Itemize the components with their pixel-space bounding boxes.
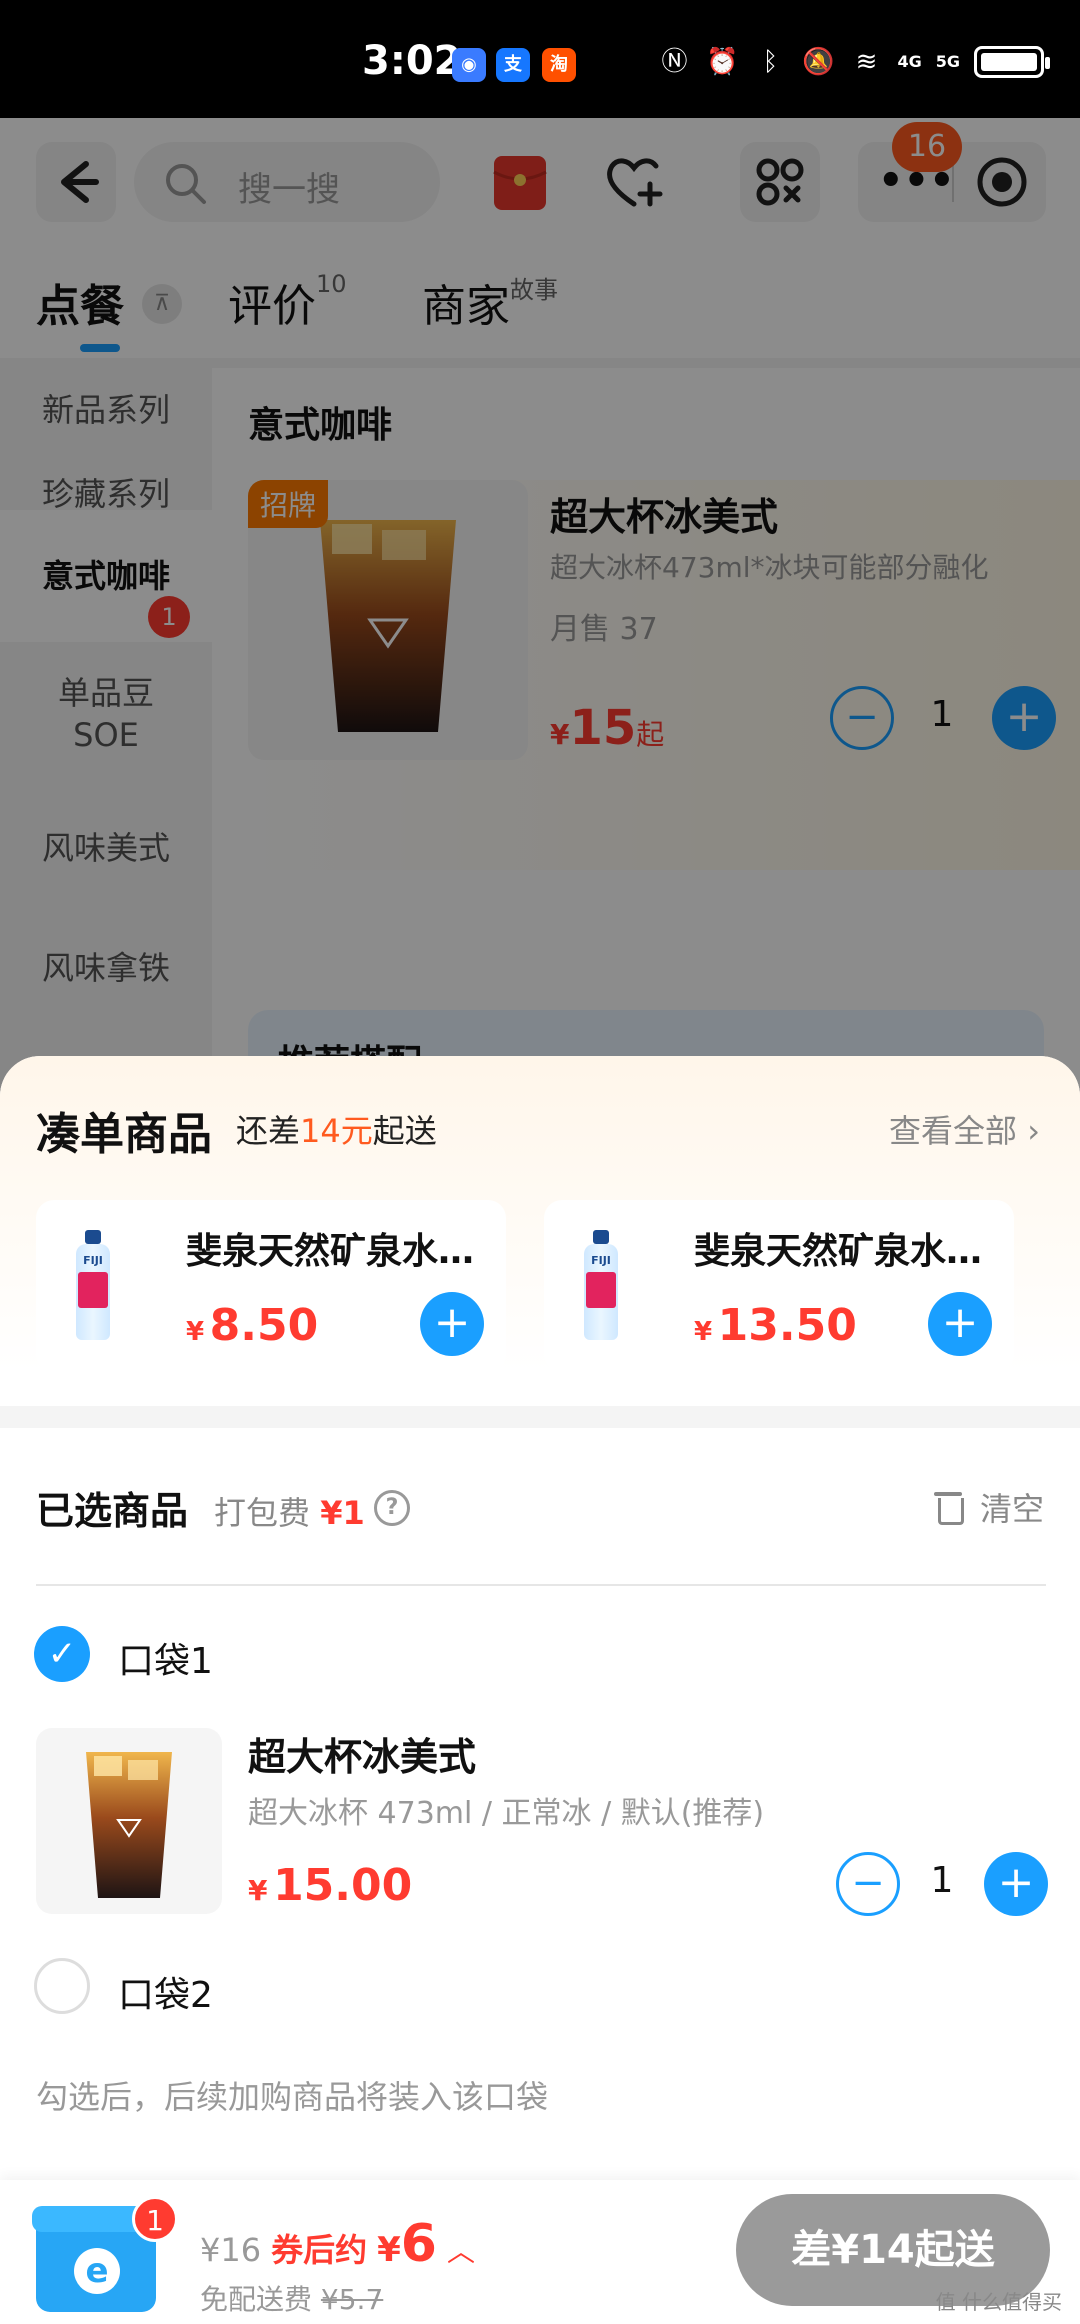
- app-notification-icon: ◉: [452, 48, 486, 82]
- bluetooth-icon: ᛒ: [762, 47, 779, 77]
- nfc-icon: Ⓝ: [661, 47, 688, 77]
- after-coupon-currency: ¥: [377, 2230, 401, 2270]
- divider-line: [36, 1584, 1046, 1586]
- original-total: ¥16: [200, 2231, 262, 2269]
- delivery-fee: 免配送费 ¥5.7: [200, 2278, 383, 2318]
- selected-title: 已选商品: [36, 1489, 189, 1533]
- addon-sub-suffix: 起送: [372, 1112, 437, 1150]
- status-bar: 3:02 ◉ 支 淘 Ⓝ ⏰ ᛒ 🔕 ≋ 4G 5G: [0, 0, 1080, 118]
- cart-item-currency: ¥: [248, 1874, 268, 1907]
- battery-icon: [974, 46, 1050, 78]
- packing-fee-label: 打包费: [214, 1494, 311, 1532]
- delivery-label: 免配送费: [200, 2283, 313, 2316]
- add-addon-button[interactable]: +: [420, 1292, 484, 1356]
- addon-card[interactable]: FIJI 斐泉天然矿泉水500ml ¥ 13.50 +: [544, 1200, 1014, 1372]
- checkout-bar: e 1 ¥16 券后约 ¥6 ︿ 免配送费 ¥5.7 差¥14起送: [0, 2180, 1080, 2324]
- water-bottle-image: FIJI: [76, 1230, 110, 1340]
- packing-fee: 打包费 ¥1: [214, 1488, 365, 1534]
- after-coupon-value: 6: [400, 2214, 437, 2274]
- view-all-link[interactable]: 查看全部 ›: [889, 1106, 1040, 1152]
- addon-price-value: 13.50: [717, 1300, 857, 1351]
- addon-section: 凑单商品 还差14元起送 查看全部 › FIJI 斐泉天然矿泉水330ml ¥ …: [0, 1056, 1080, 1406]
- cart-item-name: 超大杯冰美式: [248, 1735, 477, 1779]
- increase-button[interactable]: +: [984, 1852, 1048, 1916]
- addon-currency: ¥: [186, 1317, 205, 1347]
- status-time: 3:02: [362, 38, 462, 84]
- addon-sub-amount: 14元: [300, 1112, 373, 1150]
- chevron-up-icon: ︿: [446, 2235, 475, 2268]
- addon-name: 斐泉天然矿泉水500ml: [694, 1231, 994, 1272]
- clear-cart-button[interactable]: 清空: [933, 1484, 1044, 1530]
- cart-item-price-value: 15.00: [273, 1860, 413, 1911]
- section-divider: [0, 1406, 1080, 1428]
- signal-4g-icon: 4G: [897, 52, 922, 71]
- addon-price: ¥ 8.50: [186, 1300, 318, 1351]
- bag2-label: 口袋2: [118, 1975, 213, 2016]
- cart-item-spec: 超大冰杯 473ml / 正常冰 / 默认(推荐): [248, 1796, 765, 1831]
- alipay-notification-icon: 支: [496, 48, 530, 82]
- bag-hint: 勾选后，后续加购商品将装入该口袋: [36, 2078, 549, 2116]
- after-coupon-label: 券后约: [271, 2231, 368, 2269]
- mute-icon: 🔕: [802, 47, 835, 77]
- status-icons: Ⓝ ⏰ ᛒ 🔕 ≋ 4G 5G: [657, 42, 1050, 82]
- addon-price-value: 8.50: [209, 1300, 319, 1351]
- cart-sheet: 凑单商品 还差14元起送 查看全部 › FIJI 斐泉天然矿泉水330ml ¥ …: [0, 1056, 1080, 2324]
- add-addon-button[interactable]: +: [928, 1292, 992, 1356]
- bag2-checkbox[interactable]: [34, 1958, 90, 2014]
- watermark: 值 什么值得买: [935, 2290, 1062, 2314]
- packing-fee-amount: ¥1: [320, 1494, 365, 1532]
- delivery-original: ¥5.7: [320, 2283, 384, 2316]
- signal-5g-icon: 5G: [935, 52, 960, 71]
- after-coupon-price: ¥6: [377, 2214, 437, 2274]
- bag1-checkbox[interactable]: ✓: [34, 1626, 90, 1682]
- cart-item-image: [36, 1728, 222, 1914]
- addon-sub-prefix: 还差: [236, 1112, 301, 1150]
- total-line[interactable]: ¥16 券后约 ¥6 ︿: [200, 2214, 475, 2274]
- water-bottle-image: FIJI: [584, 1230, 618, 1340]
- addon-currency: ¥: [694, 1317, 713, 1347]
- addon-price: ¥ 13.50: [694, 1300, 857, 1351]
- cart-item-price: ¥ 15.00: [248, 1860, 412, 1911]
- bag1-label: 口袋1: [118, 1641, 213, 1682]
- addon-subtitle: 还差14元起送: [236, 1106, 437, 1152]
- addon-card[interactable]: FIJI 斐泉天然矿泉水330ml ¥ 8.50 +: [36, 1200, 506, 1372]
- wifi-icon: ≋: [855, 47, 878, 77]
- cart-item-qty: 1: [930, 1860, 954, 1901]
- decrease-button[interactable]: −: [836, 1852, 900, 1916]
- addon-name: 斐泉天然矿泉水330ml: [186, 1231, 486, 1272]
- iced-americano-image: [86, 1752, 172, 1898]
- addon-title: 凑单商品: [36, 1109, 212, 1160]
- trash-icon: [933, 1490, 964, 1525]
- cart-count-badge: 1: [132, 2196, 178, 2242]
- alarm-icon: ⏰: [706, 47, 739, 77]
- clear-label: 清空: [979, 1490, 1044, 1528]
- help-icon[interactable]: ?: [374, 1490, 410, 1526]
- taobao-notification-icon: 淘: [542, 48, 576, 82]
